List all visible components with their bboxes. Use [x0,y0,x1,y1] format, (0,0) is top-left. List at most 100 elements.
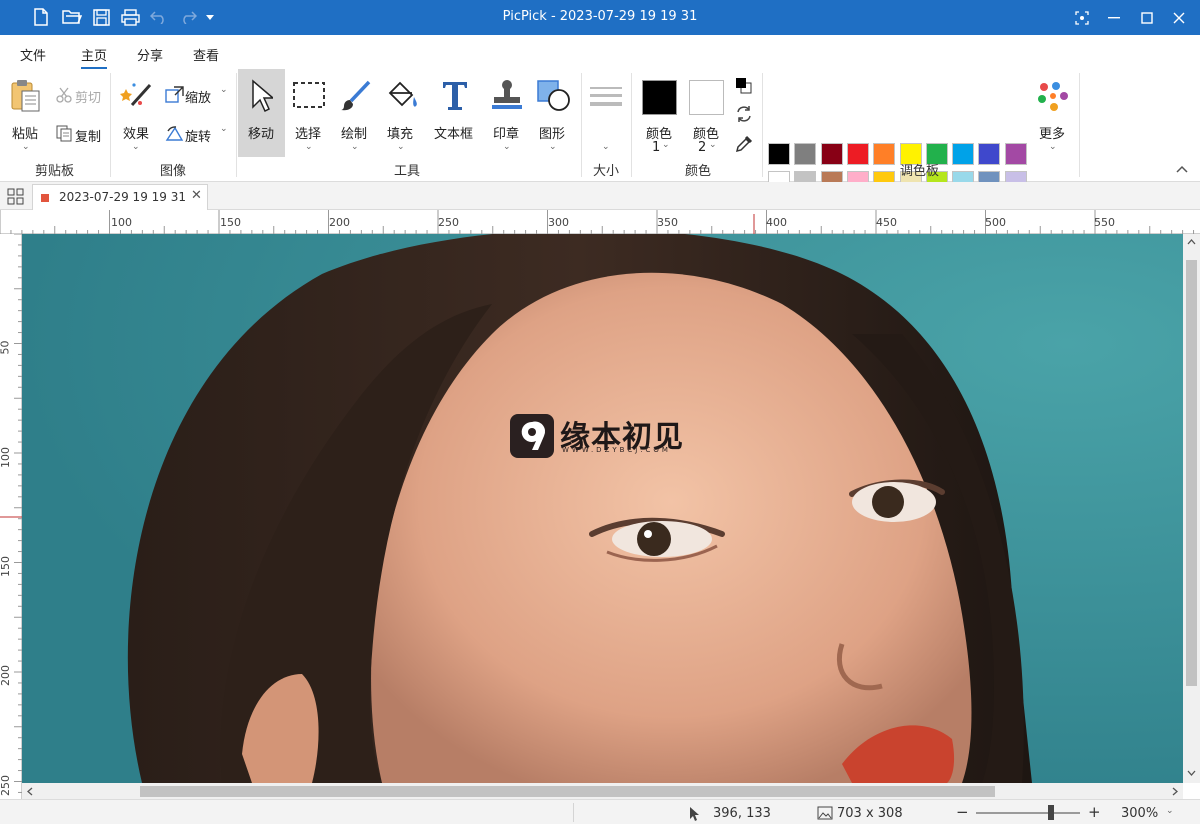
chevron-down-icon: ⌄ [220,85,228,95]
stamp-tool-button[interactable]: 印章 ⌄ [485,69,529,157]
scroll-right-icon[interactable] [1172,787,1178,796]
scroll-left-icon[interactable] [27,787,33,796]
zoom-slider-track[interactable] [976,812,1080,814]
horizontal-scrollbar[interactable] [22,783,1183,799]
palette-swatch[interactable] [952,143,975,165]
textbox-tool-button[interactable]: 文本框 [429,69,481,157]
select-tool-button[interactable]: 选择 ⌄ [287,69,331,157]
color1-number: 1 [652,140,661,155]
resize-label: 缩放 [185,91,212,106]
close-icon[interactable] [1161,0,1197,35]
chevron-down-icon: ⌄ [351,142,359,152]
chevron-down-icon: ⌄ [220,124,228,134]
copy-icon [56,125,72,142]
color1-swatch [642,80,677,115]
capture-icon[interactable] [1064,0,1100,35]
swap-colors-icon[interactable] [735,105,753,123]
document-tab-label: 2023-07-29 19 19 31 [59,190,186,204]
paste-label: 粘贴 [12,127,39,142]
ruler-label: 100 [0,447,12,468]
menu-share[interactable]: 分享 [137,45,163,64]
grid-view-icon[interactable] [7,188,24,205]
stamp-icon [492,80,522,109]
maximize-icon[interactable] [1129,0,1165,35]
vertical-scroll-thumb[interactable] [1186,260,1197,686]
palette-swatch[interactable] [846,143,869,165]
palette-swatch[interactable] [1004,143,1027,165]
zoom-in-button[interactable]: + [1088,803,1101,821]
ribbon: 粘贴 ⌄ 剪切 复制 剪贴板 效果 ⌄ 缩放 ⌄ 旋转 ⌄ 图像 移动 选择 ⌄… [0,69,1200,221]
ruler-label: 400 [766,216,787,229]
window-title: PicPick - 2023-07-29 19 19 31 [502,9,698,24]
chevron-down-icon: ⌄ [397,142,405,152]
group-label-size: 大小 [593,164,620,179]
ruler-label: 200 [329,216,350,229]
chevron-down-icon[interactable]: ⌄ [1166,806,1174,816]
menu-home[interactable]: 主页 [81,45,108,69]
fill-tool-button[interactable]: 填充 ⌄ [379,69,423,157]
image-dimensions: 703 x 308 [837,806,903,821]
scroll-down-icon[interactable] [1187,770,1196,776]
vertical-scrollbar[interactable] [1183,234,1200,783]
group-label-image: 图像 [160,164,187,179]
menu-file[interactable]: 文件 [20,45,46,64]
group-divider [110,73,111,177]
image-canvas[interactable]: 缘本初见 WWW.DZYBCJ.COM [22,234,1183,783]
chevron-down-icon: ⌄ [602,142,610,152]
move-tool-button[interactable]: 移动 [238,69,285,157]
eyedropper-icon[interactable] [735,135,753,153]
stamp-label: 印章 [493,127,520,142]
ruler-label: 150 [220,216,241,229]
draw-tool-button[interactable]: 绘制 ⌄ [333,69,377,157]
cursor-coordinates: 396, 133 [713,806,771,821]
group-label-tools: 工具 [394,164,421,179]
horizontal-scroll-thumb[interactable] [140,786,995,797]
select-label: 选择 [295,127,322,142]
app-window: PicPick - 2023-07-29 19 19 31 文件 主页 分享 查… [0,0,1200,824]
minimize-icon[interactable] [1096,0,1132,35]
status-divider [573,803,574,822]
zoom-out-button[interactable]: − [956,803,969,821]
draw-label: 绘制 [341,127,368,142]
portrait-photo [22,234,1183,783]
group-label-palette: 调色板 [900,164,940,179]
palette-swatch[interactable] [768,143,790,165]
ruler-label: 300 [548,216,569,229]
document-tab[interactable]: 2023-07-29 19 19 31 ✕ [32,184,208,210]
rotate-label: 旋转 [185,130,212,145]
ruler-label: 50 [0,340,12,355]
shape-tool-button[interactable]: 图形 ⌄ [531,69,575,157]
watermark-logo-icon [510,414,554,458]
fill-label: 填充 [387,127,414,142]
rotate-icon [165,126,184,141]
ruler-label: 250 [438,216,459,229]
scroll-up-icon[interactable] [1187,239,1196,245]
palette-swatch[interactable] [820,143,843,165]
menu-bar: 文件 主页 分享 查看 [0,35,1200,69]
marquee-select-icon [293,82,325,108]
palette-swatch[interactable] [794,143,817,165]
zoom-level[interactable]: 300% [1121,806,1158,821]
resize-icon [165,86,184,103]
default-colors-icon[interactable] [735,77,753,95]
ruler-ticks [0,210,1195,234]
ruler-label: 500 [985,216,1006,229]
group-label-clipboard: 剪贴板 [35,164,75,179]
more-label: 更多 [1039,127,1066,142]
palette-swatch[interactable] [873,143,896,165]
chevron-down-icon: ⌄ [503,142,511,152]
palette-swatch[interactable] [978,143,1001,165]
group-divider [236,73,237,177]
vertical-ruler: 50 100 150 200 250 [0,234,22,799]
zoom-slider-thumb[interactable] [1048,805,1054,820]
image-size-icon [817,806,833,820]
close-tab-icon[interactable]: ✕ [191,188,202,203]
chevron-down-icon: ⌄ [662,140,670,150]
menu-view[interactable]: 查看 [193,45,219,64]
group-divider [631,73,632,177]
collapse-ribbon-icon[interactable] [1176,165,1188,173]
ruler-label: 450 [876,216,897,229]
chevron-down-icon: ⌄ [22,142,30,152]
ruler-label: 100 [111,216,132,229]
cut-label: 剪切 [75,91,102,106]
